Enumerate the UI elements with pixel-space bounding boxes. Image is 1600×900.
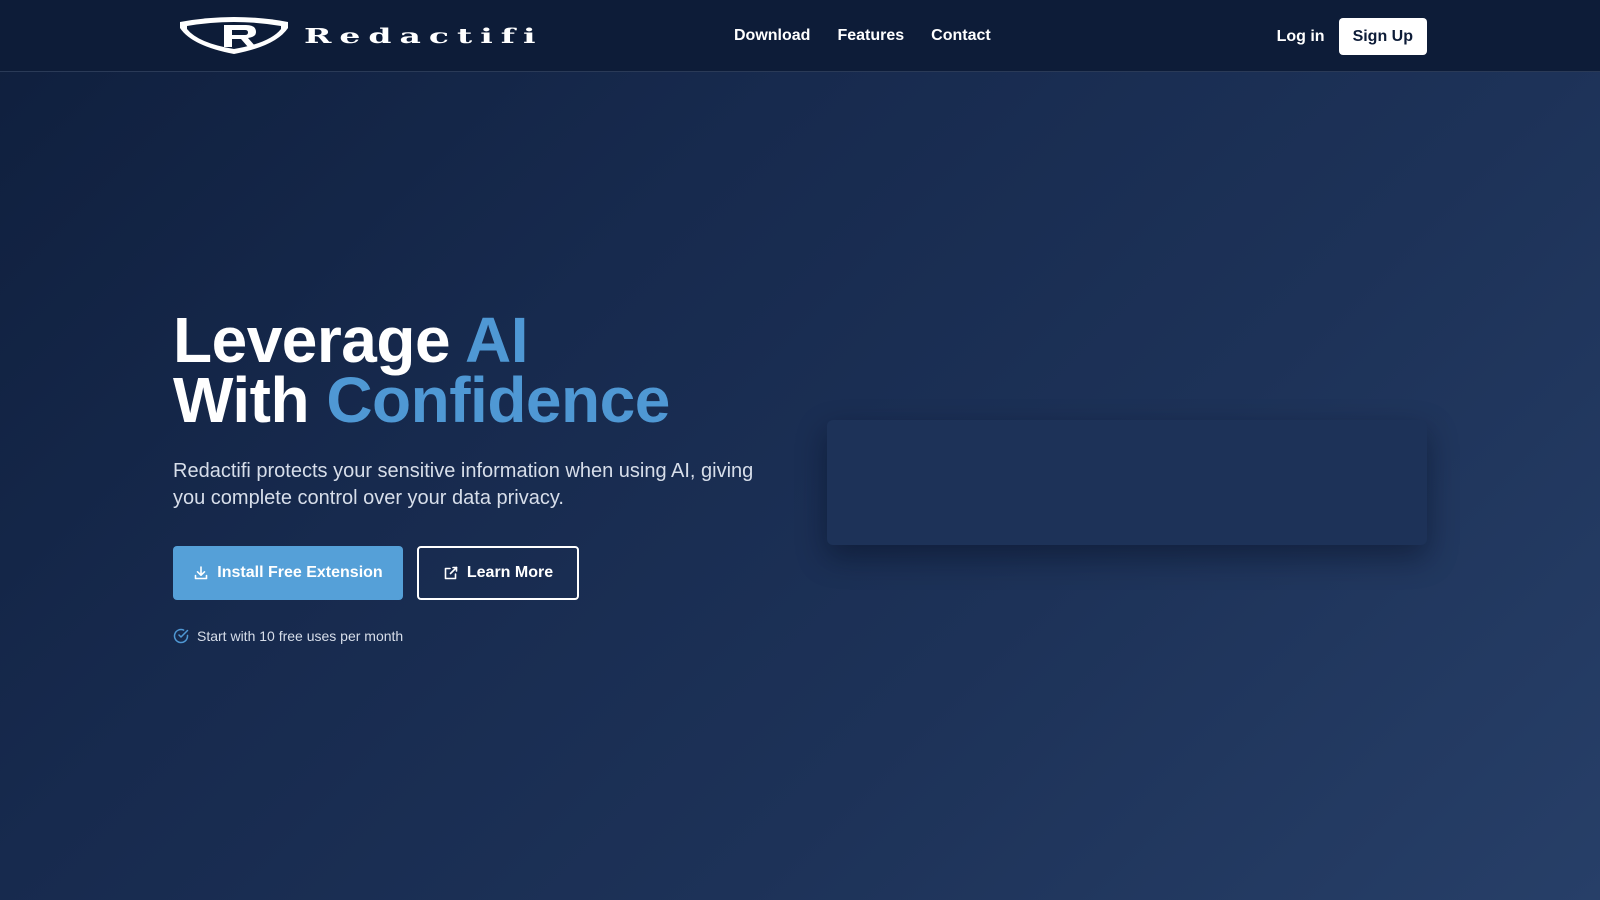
nav-link-contact[interactable]: Contact (931, 27, 991, 45)
primary-nav: Download Features Contact (734, 0, 991, 72)
headline-line2-plain: With (173, 364, 327, 436)
download-icon (193, 565, 209, 581)
hero-subtext: Redactifi protects your sensitive inform… (173, 460, 754, 509)
shield-logo-icon (180, 17, 288, 54)
auth-actions: Log in Sign Up (1277, 18, 1427, 55)
brand-wordmark: Redactifi (304, 23, 544, 48)
navbar: Redactifi Download Features Contact Log … (0, 0, 1600, 72)
learn-more-button[interactable]: Learn More (417, 546, 579, 600)
login-link[interactable]: Log in (1277, 28, 1325, 46)
brand-logo[interactable]: Redactifi (176, 16, 543, 56)
free-uses-text: Start with 10 free uses per month (197, 628, 404, 644)
install-extension-label: Install Free Extension (217, 564, 383, 581)
free-uses-note: Start with 10 free uses per month (173, 628, 793, 644)
headline-line2-accent: Confidence (326, 364, 670, 436)
nav-link-download[interactable]: Download (734, 27, 810, 45)
external-link-icon (443, 565, 459, 581)
hero-section: Leverage AI With Confidence Redactifi pr… (173, 308, 793, 644)
install-extension-button[interactable]: Install Free Extension (173, 546, 403, 600)
learn-more-label: Learn More (466, 564, 554, 581)
hero-buttons: Install Free Extension Learn More (173, 546, 793, 600)
hero-headline: Leverage AI With Confidence (173, 308, 793, 432)
signup-button[interactable]: Sign Up (1338, 18, 1427, 55)
nav-link-features[interactable]: Features (837, 27, 904, 45)
hero-preview-card (827, 420, 1427, 545)
check-circle-icon (173, 628, 189, 644)
